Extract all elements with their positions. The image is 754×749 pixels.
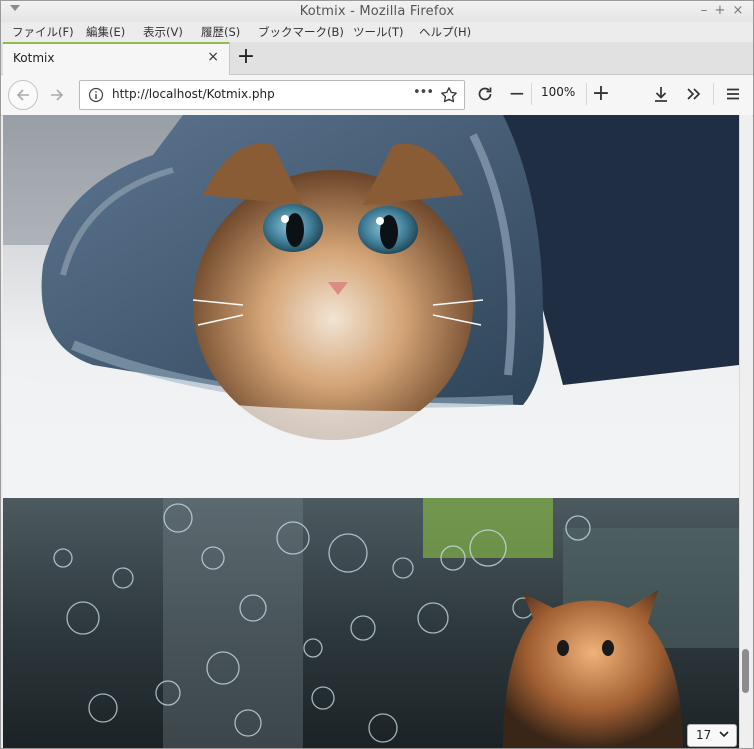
- tab-kotmix[interactable]: Kotmix ×: [3, 42, 230, 75]
- tab-strip: Kotmix × +: [1, 42, 753, 75]
- arrow-right-icon: [51, 89, 64, 101]
- scrollbar-thumb[interactable]: [742, 649, 749, 693]
- page-select-value: 17: [696, 728, 712, 742]
- forward-button[interactable]: [45, 83, 69, 107]
- menu-file[interactable]: ファイル(F): [12, 24, 74, 40]
- zoom-level[interactable]: 100%: [541, 85, 575, 99]
- kitten-with-bubbles-image: [3, 498, 739, 748]
- chevron-down-icon: [718, 728, 730, 743]
- menu-help[interactable]: ヘルプ(H): [419, 24, 471, 40]
- separator: [531, 83, 532, 105]
- arrow-left-icon: [16, 89, 29, 101]
- overflow-button[interactable]: [683, 84, 705, 104]
- url-bar[interactable]: http://localhost/Kotmix.php •••: [79, 80, 465, 110]
- menu-tools[interactable]: ツール(T): [353, 24, 404, 40]
- minimize-button[interactable]: –: [697, 3, 711, 18]
- zoom-out-button[interactable]: −: [507, 81, 527, 105]
- menu-view[interactable]: 表示(V): [143, 24, 183, 40]
- close-window-button[interactable]: ×: [731, 3, 745, 18]
- menu-history[interactable]: 履歴(S): [201, 24, 240, 40]
- zoom-in-button[interactable]: +: [591, 81, 611, 106]
- back-button[interactable]: [8, 80, 38, 110]
- navigation-bar: http://localhost/Kotmix.php ••• − 100% +: [1, 75, 753, 116]
- hamburger-icon: [727, 88, 739, 100]
- maximize-button[interactable]: +: [713, 3, 727, 18]
- page-select[interactable]: 17: [687, 724, 737, 747]
- menu-bar: ファイル(F) 編集(E) 表示(V) 履歴(S) ブックマーク(B) ツール(…: [1, 22, 753, 42]
- window-title: Kotmix - Mozilla Firefox: [299, 4, 455, 19]
- reload-button[interactable]: [475, 84, 495, 104]
- downloads-button[interactable]: [651, 84, 671, 104]
- browser-window: Kotmix - Mozilla Firefox – + × ファイル(F) 編…: [0, 0, 754, 749]
- download-icon: [655, 87, 667, 102]
- hamburger-menu-button[interactable]: [723, 84, 743, 104]
- page-content[interactable]: [3, 115, 739, 748]
- double-chevron-right-icon: [687, 88, 701, 100]
- vertical-scrollbar[interactable]: [739, 115, 752, 748]
- kitten-in-denim-image: [3, 115, 739, 498]
- reload-icon: [478, 87, 492, 101]
- bookmark-star-icon[interactable]: [440, 86, 458, 104]
- page-actions-icon[interactable]: •••: [413, 85, 434, 100]
- menu-edit[interactable]: 編集(E): [86, 24, 125, 40]
- menu-bookmarks[interactable]: ブックマーク(B): [258, 24, 344, 40]
- tab-active-indicator: [3, 42, 229, 44]
- new-tab-button[interactable]: +: [235, 45, 257, 69]
- title-bar: Kotmix - Mozilla Firefox – + ×: [1, 1, 753, 23]
- separator: [586, 83, 587, 105]
- url-text[interactable]: http://localhost/Kotmix.php: [112, 87, 275, 101]
- info-icon[interactable]: [88, 87, 104, 103]
- tab-close-icon[interactable]: ×: [207, 49, 219, 65]
- separator: [713, 83, 714, 105]
- tab-label: Kotmix: [13, 51, 55, 65]
